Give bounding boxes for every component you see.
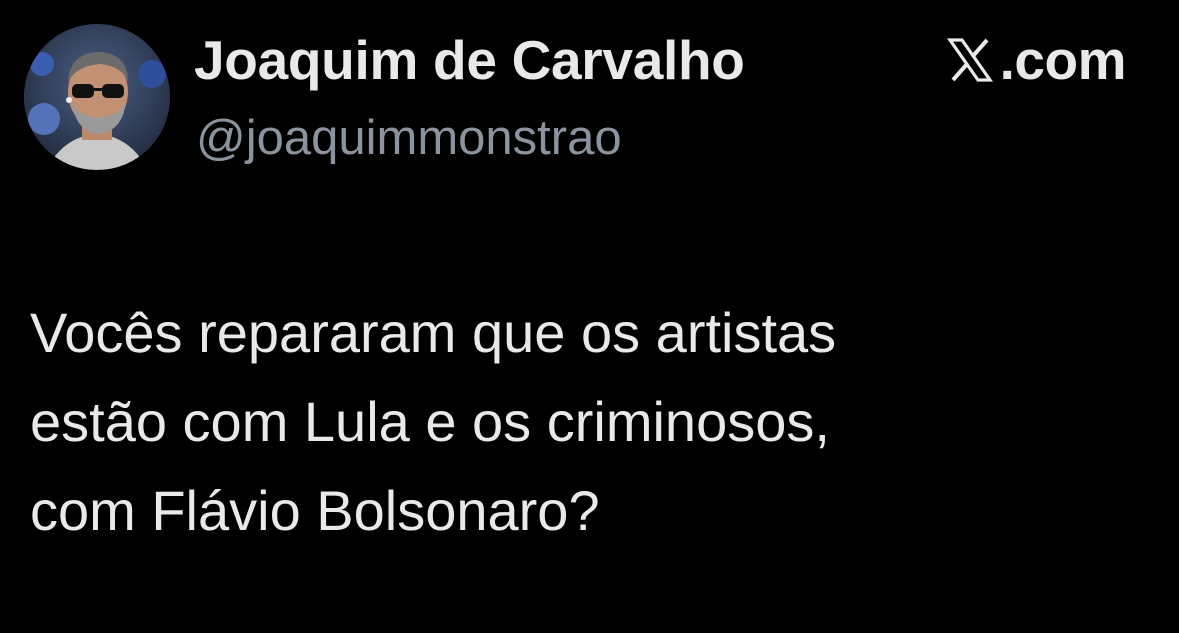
tweet-card: Joaquim de Carvalho @joaquimmonstrao .co…: [0, 0, 1179, 633]
author-avatar[interactable]: [24, 24, 170, 170]
author-display-name[interactable]: Joaquim de Carvalho: [194, 28, 745, 92]
author-handle[interactable]: @joaquimmonstrao: [196, 110, 622, 166]
x-logo-icon: [946, 38, 993, 82]
tweet-header: Joaquim de Carvalho @joaquimmonstrao .co…: [24, 22, 1154, 172]
tweet-text-line: Vocês repararam que os artistas: [30, 301, 837, 364]
brand-domain: .com: [999, 29, 1127, 91]
avatar-photo-icon: [24, 24, 170, 170]
tweet-text-line: estão com Lula e os criminosos,: [30, 390, 830, 453]
brand-mark: .com: [946, 29, 1127, 91]
tweet-text: Vocês repararam que os artistas estão co…: [30, 288, 1140, 555]
tweet-text-line: com Flávio Bolsonaro?: [30, 479, 600, 542]
